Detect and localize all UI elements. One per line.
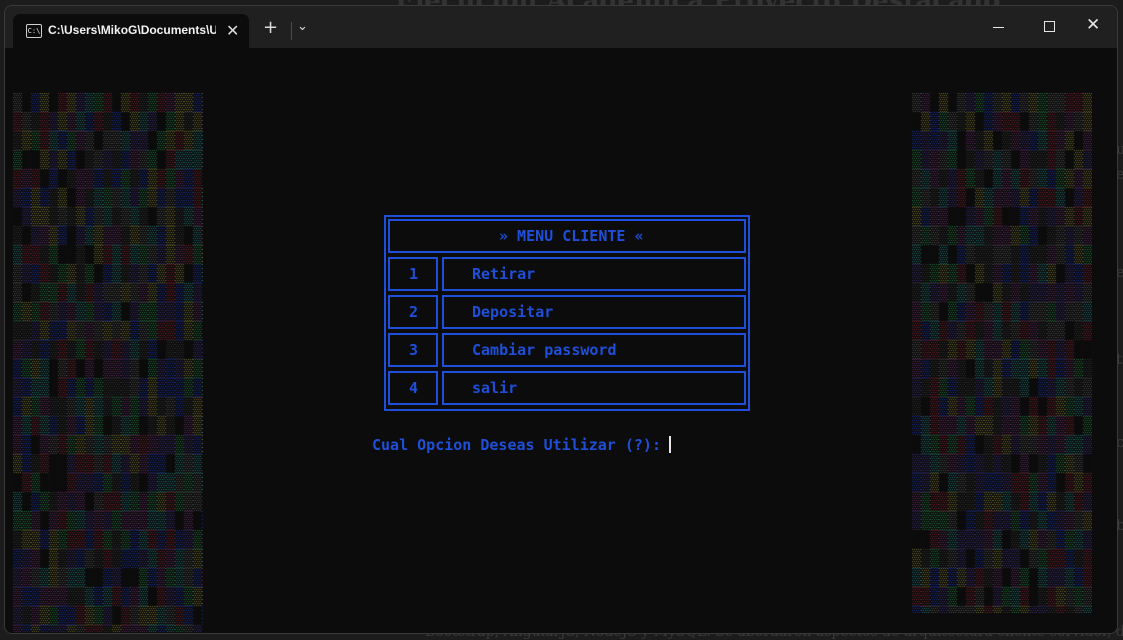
right-noise-pattern [912, 93, 1092, 613]
tab-title: C:\Users\MikoG\Documents\U [48, 23, 216, 37]
minimize-icon [993, 27, 1004, 28]
terminal-tab[interactable]: C:\ C:\Users\MikoG\Documents\U ✕ [13, 14, 249, 48]
menu-item-salir: salir [472, 379, 518, 397]
close-icon: ✕ [1086, 15, 1101, 35]
menu-item-number: 2 [409, 303, 419, 321]
new-tab-button[interactable]: + [263, 17, 278, 38]
maximize-button[interactable] [1026, 6, 1072, 48]
close-tab-icon[interactable]: ✕ [226, 21, 239, 40]
menu-item-retirar: Retirar [472, 265, 536, 283]
prompt-text: Cual Opcion Deseas Utilizar (?): [372, 436, 661, 454]
title-bar[interactable]: C:\ C:\Users\MikoG\Documents\U ✕ + ⌄ ✕ [5, 6, 1117, 48]
menu-item-number: 1 [409, 265, 419, 283]
menu-item-depositar: Depositar [472, 303, 554, 321]
menu-item-number: 4 [409, 379, 419, 397]
menu-item-cambiar-password: Cambiar password [472, 341, 617, 359]
tab-divider [291, 22, 292, 40]
maximize-icon [1044, 21, 1055, 32]
terminal-output[interactable]: » MENU CLIENTE « 1 Retirar 2 Depositar 3… [5, 48, 1117, 633]
left-noise-pattern [13, 93, 203, 633]
close-window-button[interactable]: ✕ [1071, 6, 1117, 48]
input-prompt[interactable]: Cual Opcion Deseas Utilizar (?): [372, 436, 671, 454]
chevron-down-icon[interactable]: ⌄ [297, 19, 308, 34]
minimize-button[interactable] [975, 6, 1021, 48]
menu-item-number: 3 [409, 341, 419, 359]
terminal-icon: C:\ [26, 24, 42, 38]
text-cursor[interactable] [668, 436, 671, 453]
menu-title: » MENU CLIENTE « [499, 227, 644, 245]
terminal-window: C:\ C:\Users\MikoG\Documents\U ✕ + ⌄ ✕ »… [4, 5, 1118, 634]
